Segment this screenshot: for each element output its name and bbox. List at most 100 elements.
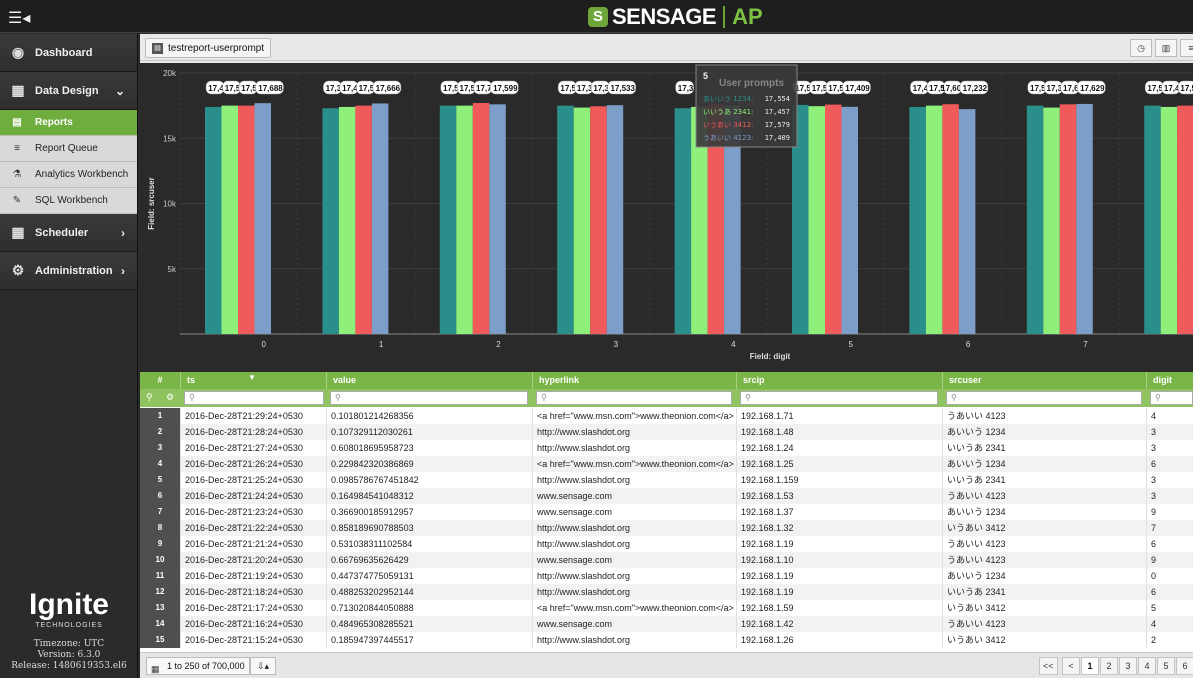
- table-view-button[interactable]: ≡: [1180, 39, 1193, 57]
- column-header-hyperlink[interactable]: hyperlink: [532, 372, 736, 389]
- top-bar: ☰◂ S SENSAGE AP: [0, 0, 1193, 33]
- x-tick-label: 2: [496, 340, 501, 349]
- bar: [925, 105, 943, 334]
- export-button[interactable]: ⇩▴: [250, 657, 276, 675]
- data-label: 17,533: [610, 84, 635, 93]
- data-label: 17,599: [493, 84, 518, 93]
- table-row[interactable]: 9 2016-Dec-28T21:21:24+0530 0.531038311102…: [140, 536, 1193, 552]
- cell-hyperlink: www.sensage.com: [532, 504, 736, 520]
- bar: [472, 103, 490, 334]
- prev-page-button[interactable]: <: [1062, 657, 1080, 675]
- page-2-button[interactable]: 2: [1100, 657, 1118, 675]
- data-label: 17,4: [208, 84, 224, 93]
- report-tab[interactable]: ▤ testreport-userprompt: [145, 38, 272, 58]
- edit-icon: ✎: [12, 195, 22, 206]
- table-row[interactable]: 6 2016-Dec-28T21:24:24+0530 0.164984541048…: [140, 488, 1193, 504]
- cell-hyperlink: www.sensage.com: [532, 488, 736, 504]
- page-6-button[interactable]: 6: [1176, 657, 1193, 675]
- sidebar-item-dashboard[interactable]: ◉ Dashboard: [0, 34, 137, 72]
- filter-input-value[interactable]: ⚲: [330, 391, 528, 405]
- sidebar-subitem-sql-workbench[interactable]: ✎ SQL Workbench: [0, 188, 137, 214]
- sidebar-item-administration[interactable]: ⚙ Administration ›: [0, 252, 137, 290]
- data-label: 17,5: [225, 84, 241, 93]
- table-row[interactable]: 14 2016-Dec-28T21:16:24+0530 0.48496530828…: [140, 616, 1193, 632]
- menu-toggle-icon[interactable]: ☰◂: [8, 8, 30, 28]
- cell-hyperlink: www.sensage.com: [532, 552, 736, 568]
- cell-digit: 5: [1146, 600, 1193, 616]
- filter-input-digit[interactable]: ⚲: [1150, 391, 1193, 405]
- column-header-digit[interactable]: digit: [1146, 372, 1193, 389]
- dashboard-icon: ◉: [11, 44, 25, 60]
- cell-srcuser: いいうあ 2341: [942, 584, 1146, 600]
- table-row[interactable]: 12 2016-Dec-28T21:18:24+0530 0.48825320295…: [140, 584, 1193, 600]
- table-row[interactable]: 7 2016-Dec-28T21:23:24+0530 0.366900185912…: [140, 504, 1193, 520]
- table-row[interactable]: 3 2016-Dec-28T21:27:24+0530 0.608018695958…: [140, 440, 1193, 456]
- clock-view-button[interactable]: ◷: [1130, 39, 1152, 57]
- sidebar-subitem-reports[interactable]: ▤ Reports: [0, 110, 137, 136]
- filter-input-srcip[interactable]: ⚲: [740, 391, 938, 405]
- page-4-button[interactable]: 4: [1138, 657, 1156, 675]
- table-row[interactable]: 13 2016-Dec-28T21:17:24+0530 0.71302084405…: [140, 600, 1193, 616]
- column-header-srcuser[interactable]: srcuser: [942, 372, 1146, 389]
- bar: [205, 106, 222, 335]
- filter-input-hyperlink[interactable]: ⚲: [536, 391, 732, 405]
- table-row[interactable]: 5 2016-Dec-28T21:25:24+0530 0.098578676745…: [140, 472, 1193, 488]
- bar: [371, 103, 389, 334]
- filter-input-srcuser[interactable]: ⚲: [946, 391, 1142, 405]
- data-label: 17,5: [812, 84, 828, 93]
- table-row[interactable]: 10 2016-Dec-28T21:20:24+0530 0.66769635626…: [140, 552, 1193, 568]
- cell-ts: 2016-Dec-28T21:26:24+0530: [180, 456, 326, 472]
- column-header-srcip[interactable]: srcip: [736, 372, 942, 389]
- cell-value: 0.0985786767451842: [326, 472, 532, 488]
- sort-desc-icon[interactable]: ▼: [248, 373, 256, 382]
- data-label: 17,7: [476, 84, 492, 93]
- tooltip-series-value: 17,457: [765, 108, 790, 116]
- sidebar-item-data-design[interactable]: ▦ Data Design ⌄: [0, 72, 137, 110]
- brand-suffix: AP: [732, 3, 763, 29]
- sidebar-item-scheduler[interactable]: ▦ Scheduler ›: [0, 214, 137, 252]
- y-tick-label: 20k: [163, 69, 177, 78]
- cell-value: 0.531038311102584: [326, 536, 532, 552]
- row-index: 2: [140, 424, 180, 440]
- calendar-icon: ▦: [11, 224, 25, 240]
- x-tick-label: 7: [1083, 340, 1088, 349]
- table-row[interactable]: 8 2016-Dec-28T21:22:24+0530 0.858189690788…: [140, 520, 1193, 536]
- bar: [942, 104, 959, 334]
- table-icon: ▦: [151, 664, 160, 674]
- row-index: 9: [140, 536, 180, 552]
- cell-srcip: 192.168.1.42: [736, 616, 942, 632]
- cell-ts: 2016-Dec-28T21:22:24+0530: [180, 520, 326, 536]
- page-5-button[interactable]: 5: [1157, 657, 1175, 675]
- table-row[interactable]: 15 2016-Dec-28T21:15:24+0530 0.18594739744…: [140, 632, 1193, 648]
- table-row[interactable]: 4 2016-Dec-28T21:26:24+0530 0.229842320386…: [140, 456, 1193, 472]
- table-row[interactable]: 1 2016-Dec-28T21:29:24+0530 0.101801214268…: [140, 408, 1193, 424]
- bar: [322, 108, 339, 334]
- first-page-button[interactable]: <<: [1039, 657, 1058, 675]
- data-label: 17,3: [593, 84, 609, 93]
- data-label: 17,5: [560, 84, 576, 93]
- bar: [254, 103, 271, 334]
- filter-icon[interactable]: ⚲: [146, 392, 153, 403]
- page-3-button[interactable]: 3: [1119, 657, 1137, 675]
- chart-view-button[interactable]: ▥: [1155, 39, 1177, 57]
- brand-divider: [723, 5, 726, 28]
- table-row[interactable]: 11 2016-Dec-28T21:19:24+0530 0.44737477505…: [140, 568, 1193, 584]
- table-icon: ▦: [11, 82, 25, 98]
- list-icon: ≡: [14, 143, 20, 154]
- sidebar-subitem-report-queue[interactable]: ≡ Report Queue: [0, 136, 137, 162]
- row-index: 8: [140, 520, 180, 536]
- cell-srcuser: あいいう 1234: [942, 456, 1146, 472]
- tooltip-title: 5: [703, 71, 708, 81]
- cell-value: 0.107329112030261: [326, 424, 532, 440]
- cell-srcuser: いいうあ 2341: [942, 472, 1146, 488]
- table-row[interactable]: 2 2016-Dec-28T21:28:24+0530 0.107329112030…: [140, 424, 1193, 440]
- filter-input-ts[interactable]: ⚲: [184, 391, 324, 405]
- sidebar-subitem-analytics-workbench[interactable]: ⚗ Analytics Workbench: [0, 162, 137, 188]
- data-label: 17,666: [376, 84, 401, 93]
- data-label: 17,409: [845, 84, 870, 93]
- column-header-value[interactable]: value: [326, 372, 532, 389]
- bar: [1144, 105, 1161, 334]
- column-header-index[interactable]: #: [140, 372, 180, 389]
- settings-icon[interactable]: ⚙: [166, 392, 174, 403]
- page-1-button[interactable]: 1: [1081, 657, 1099, 675]
